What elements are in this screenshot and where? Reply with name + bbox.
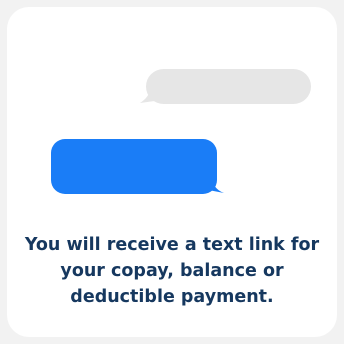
outgoing-message-bubble bbox=[51, 139, 224, 194]
incoming-message-bubble bbox=[140, 69, 311, 104]
payment-info-caption: You will receive a text link for your co… bbox=[24, 235, 320, 307]
